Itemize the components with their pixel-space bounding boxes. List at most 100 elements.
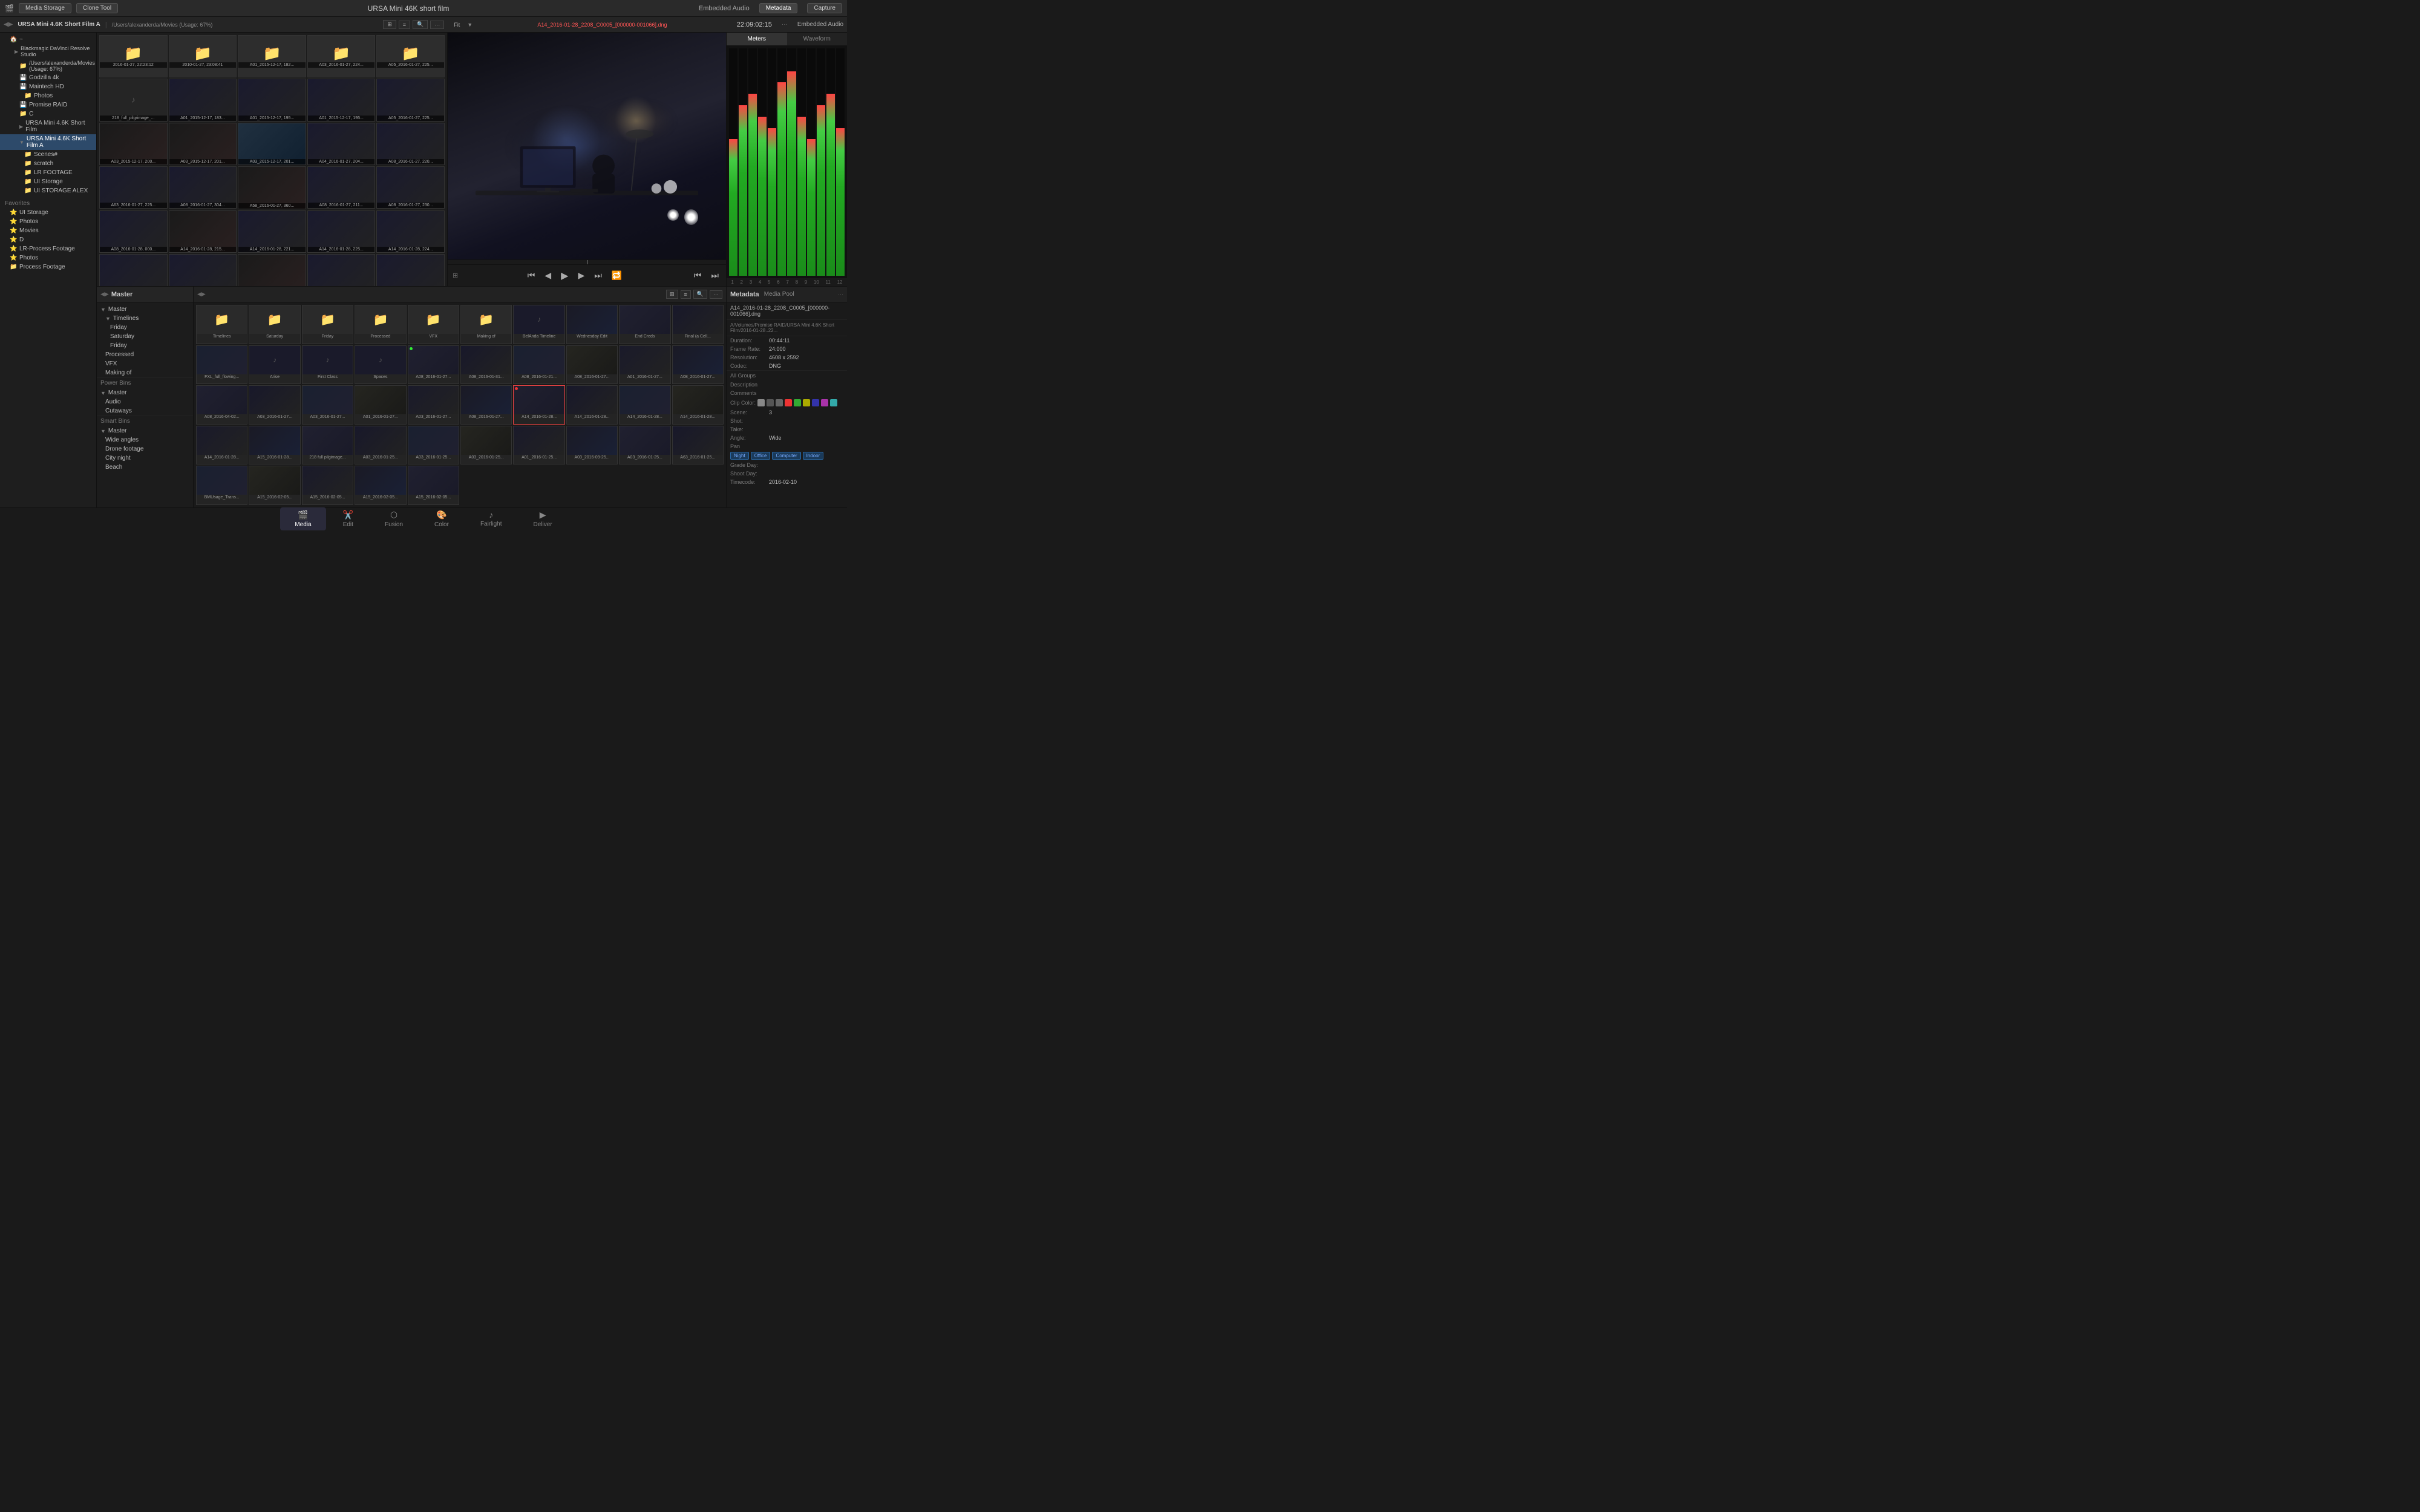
tag-office[interactable]: Office — [751, 452, 771, 460]
color-swatch-6[interactable] — [803, 399, 810, 406]
media-thumb-folder-3[interactable]: 📁 A01_2015-12-17, 182... — [238, 35, 306, 77]
media-thumb-clip-7[interactable]: A03_2015-12-17, 201... — [238, 123, 306, 165]
tree-processed[interactable]: Processed — [97, 350, 193, 359]
sidebar-item-godzilla[interactable]: 💾 Godzilla 4k — [0, 73, 96, 82]
pool-clip-item[interactable]: A01_2016-01-27... — [355, 385, 406, 425]
waveform-tab[interactable]: Waveform — [787, 33, 848, 45]
nav-tab-fusion[interactable]: ⬡ Fusion — [370, 507, 417, 530]
sidebar-item-maintech[interactable]: 💾 Maintech HD — [0, 82, 96, 91]
more-btn[interactable]: ··· — [430, 21, 444, 29]
media-thumb-clip-13[interactable]: A08_2016-01-27, 211... — [307, 166, 376, 209]
tree-timeline-friday1[interactable]: Friday — [97, 323, 193, 332]
fav-lr-process[interactable]: ⭐ LR-Process Footage — [0, 244, 96, 253]
pool-clip-item[interactable]: A03_2016-01-25... — [619, 426, 670, 465]
color-swatch-1[interactable] — [757, 399, 765, 406]
pool-clip-item[interactable]: Wednesday Edit — [566, 305, 618, 344]
next-frame-btn[interactable]: ▶ — [575, 269, 587, 282]
pool-clip-item[interactable]: A15_2016-02-05... — [302, 466, 353, 505]
tree-sb-wide-angles[interactable]: Wide angles — [97, 435, 193, 445]
media-thumb-clip-22[interactable]: A58_2016-01-27, 360... — [238, 254, 306, 286]
clone-tool-btn[interactable]: Clone Tool — [76, 3, 118, 13]
pool-list-btn[interactable]: ≡ — [681, 290, 691, 299]
sidebar-item-scenes[interactable]: 📁 Scenes# — [0, 150, 96, 159]
pool-clip-item[interactable]: A14_2016-01-28... — [196, 426, 247, 465]
pool-clip-item[interactable]: A15_2016-02-05... — [249, 466, 300, 505]
prev-btn2[interactable]: ⏮ — [692, 269, 704, 282]
pool-clip-item[interactable]: A08_2016-01-27... — [408, 345, 459, 385]
prev-frame-btn[interactable]: ◀ — [542, 269, 554, 282]
pool-clip-item[interactable]: A63_2016-01-25... — [672, 426, 724, 465]
media-thumb-folder-5[interactable]: 📁 A05_2016-01-27, 225... — [376, 35, 445, 77]
pool-clip-item[interactable]: 218 full pilgimage... — [302, 426, 353, 465]
media-thumb-clip-24[interactable]: A08_2016-01-27, 230... — [376, 254, 445, 286]
view-list-btn[interactable]: ≡ — [399, 21, 410, 29]
prev-clip-btn[interactable]: ⏮ — [525, 269, 538, 282]
pool-clip-item[interactable]: 📁Timelines — [196, 305, 247, 344]
capture-btn[interactable]: Capture — [807, 3, 842, 13]
tree-sb-city[interactable]: City night — [97, 454, 193, 463]
fav-photos[interactable]: ⭐ Photos — [0, 217, 96, 226]
sidebar-item-c[interactable]: 📁 C — [0, 109, 96, 119]
media-thumb-clip-12[interactable]: A58_2016-01-27, 360... — [238, 166, 306, 209]
search-btn[interactable]: 🔍 — [413, 20, 428, 29]
sidebar-item-scratch[interactable]: 📁 scratch — [0, 159, 96, 168]
tag-indoor[interactable]: Indoor — [803, 452, 824, 460]
pool-clip-item[interactable]: End Creds — [619, 305, 670, 344]
nav-tab-edit[interactable]: ✂️ Edit — [329, 507, 368, 530]
nav-tab-color[interactable]: 🎨 Color — [420, 507, 463, 530]
pool-clip-item[interactable]: BMUsage_Trans... — [196, 466, 247, 505]
media-thumb-folder-1[interactable]: 📁 2016-01-27, 22:23:12 — [99, 35, 168, 77]
pool-clip-item[interactable]: A01_2016-01-25... — [513, 426, 564, 465]
media-thumb-clip-18[interactable]: A14_2016-01-28, 225... — [307, 210, 376, 253]
pool-grid-btn[interactable]: ⊞ — [666, 290, 678, 299]
nav-tab-fairlight[interactable]: ♪ Fairlight — [466, 507, 517, 530]
tree-timelines[interactable]: ▼ Timelines — [97, 314, 193, 323]
tree-sb-beach[interactable]: Beach — [97, 463, 193, 472]
media-thumb-clip-15[interactable]: A08_2016-01-28, 000... — [99, 210, 168, 253]
pool-clip-item[interactable]: 📁Processed — [355, 305, 406, 344]
pool-clip-item[interactable]: ♪Spaces — [355, 345, 406, 385]
play-btn[interactable]: ▶ — [558, 269, 571, 283]
pool-clip-item[interactable]: 📁Friday — [302, 305, 353, 344]
tree-pb-master[interactable]: ▼ Master — [97, 388, 193, 397]
media-storage-btn[interactable]: Media Storage — [19, 3, 71, 13]
media-thumb-clip-23[interactable]: A08_2016-01-27, 211... — [307, 254, 376, 286]
media-thumb-clip-6[interactable]: A03_2015-12-17, 201... — [169, 123, 237, 165]
pool-clip-item[interactable]: A03_2016-01-25... — [460, 426, 512, 465]
media-thumb-clip-2[interactable]: A01_2015-12-17, 195... — [238, 79, 306, 121]
media-thumb-clip-20[interactable]: A03_2016-01-27, 226... — [99, 254, 168, 286]
pool-clip-item[interactable]: A08_2016-01-27... — [566, 345, 618, 385]
media-thumb-clip-1[interactable]: A01_2015-12-17, 183... — [169, 79, 237, 121]
pool-clip-item[interactable]: A14_2016-01-28... — [619, 385, 670, 425]
pool-clip-item[interactable]: A08_2016-01-27... — [672, 345, 724, 385]
media-thumb-folder-2[interactable]: 📁 2010-01-27, 23:08:41 — [169, 35, 237, 77]
media-thumb-clip-16[interactable]: A14_2016-01-28, 215... — [169, 210, 237, 253]
sidebar-item-ursa2[interactable]: ▼ URSA Mini 4.6K Short Film A — [0, 134, 96, 150]
pool-clip-item[interactable]: A03_2016-01-25... — [355, 426, 406, 465]
media-thumb-clip-3[interactable]: A01_2015-12-17, 195... — [307, 79, 376, 121]
nav-tab-deliver[interactable]: ▶ Deliver — [519, 507, 567, 530]
pool-clip-item[interactable]: Final (a Cell... — [672, 305, 724, 344]
fav-photos2[interactable]: ⭐ Photos — [0, 253, 96, 262]
media-thumb-clip-5[interactable]: A03_2015-12-17, 200... — [99, 123, 168, 165]
pool-more-btn[interactable]: ··· — [710, 290, 722, 299]
sidebar-item-blackmagic[interactable]: ▶ Blackmagic DaVinci Resolve Studio — [0, 44, 96, 59]
media-thumb-clip-8[interactable]: A04_2016-01-27, 204... — [307, 123, 376, 165]
tree-master[interactable]: ▼ Master — [97, 305, 193, 314]
pool-clip-item[interactable]: 📁Making of — [460, 305, 512, 344]
pool-clip-item[interactable]: A15_2016-02-05... — [355, 466, 406, 505]
sidebar-item-ui-storage[interactable]: 📁 UI Storage — [0, 177, 96, 186]
media-thumb-clip-9[interactable]: A08_2016-01-27, 220... — [376, 123, 445, 165]
tree-sb-drone[interactable]: Drone footage — [97, 445, 193, 454]
color-swatch-8[interactable] — [821, 399, 828, 406]
color-swatch-9[interactable] — [830, 399, 837, 406]
pool-clip-item[interactable]: A08_2016-04-02... — [196, 385, 247, 425]
pool-clip-item[interactable]: A03_2016-01-27... — [302, 385, 353, 425]
media-thumb-clip-10[interactable]: A63_2016-01-27, 225... — [99, 166, 168, 209]
media-thumb-clip-14[interactable]: A08_2016-01-27, 230... — [376, 166, 445, 209]
pool-clip-item[interactable]: A03_2016-01-27... — [408, 385, 459, 425]
pool-search-btn[interactable]: 🔍 — [693, 290, 707, 299]
pool-clip-item[interactable]: A08_2016-01-31... — [460, 345, 512, 385]
view-grid-btn[interactable]: ⊞ — [383, 20, 396, 29]
pool-clip-item[interactable]: FXL_full_flowing... — [196, 345, 247, 385]
